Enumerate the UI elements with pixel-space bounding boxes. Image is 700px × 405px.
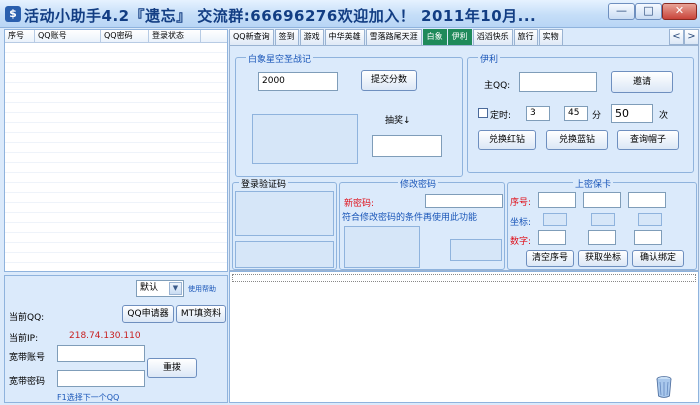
recycle-bin-icon[interactable] [655,375,673,399]
minimize-button[interactable]: — [608,3,635,20]
column-header-filler [201,30,227,42]
new-password-input[interactable] [425,194,503,208]
tab-travel[interactable]: 旅行 [513,29,538,45]
captcha-image-box [235,191,334,236]
password-condition-text: 符合修改密码的条件再使用此功能 [342,213,478,223]
minute-input[interactable]: 45 [564,106,588,121]
broadband-account-input[interactable] [57,345,145,362]
window-title: 活动小助手4.2『遗忘』 交流群:66696276欢迎加入！ 2011年10月.… [24,7,537,25]
tab-baixiang[interactable]: 白象 [422,29,447,45]
help-link[interactable]: 使用帮助 [188,284,216,294]
login-captcha-group: 登录验证码 [232,177,337,270]
digit-input-1[interactable] [538,230,566,245]
new-password-label: 新密码: [344,199,375,209]
password-captcha-box [344,226,420,268]
chevron-down-icon[interactable]: ▼ [169,282,182,295]
scroll-right-icon[interactable]: > [684,29,699,45]
get-coord-button[interactable]: 获取坐标 [578,250,628,267]
minute-label: 分 [592,111,602,121]
tab-sign-in[interactable]: 签到 [274,29,299,45]
tab-snow[interactable]: 雪落路尾天涯 [365,29,422,45]
tab-strip: QQ新查询 签到 游戏 中华英雄 雪落路尾天涯 白象 伊利 滔滔快乐 旅行 实物 [229,29,699,45]
log-area[interactable] [229,271,699,403]
invite-button[interactable]: 邀请 [611,71,673,93]
title-bar[interactable]: $ 活动小助手4.2『遗忘』 交流群:66696276欢迎加入！ 2011年10… [0,0,700,28]
security-card-title: 上密保卡 [573,177,614,190]
query-hat-button[interactable]: 查询帽子 [617,130,679,150]
main-qq-label: 主QQ: [484,81,511,91]
qq-apply-button[interactable]: QQ申请器 [122,305,174,323]
yili-group-title: 伊利 [478,52,501,65]
timer-label: 定时: [490,111,512,121]
column-header-seq[interactable]: 序号 [5,30,35,42]
timer-input[interactable]: 3 [526,106,550,121]
tab-chinese-hero[interactable]: 中华英雄 [324,29,365,45]
tab-happy[interactable]: 滔滔快乐 [472,29,513,45]
column-header-qq[interactable]: QQ账号 [35,30,101,42]
count-label: 次 [659,111,669,121]
coord-box-2 [591,213,615,226]
login-captcha-title: 登录验证码 [239,177,289,190]
tab-content: 白象星空圣战记 2000 提交分数 抽奖↓ 伊利 主QQ: 邀请 定时: 3 4… [229,45,699,271]
current-ip-value: 218.74.130.110 [69,331,141,341]
seq-label: 序号: [510,198,532,208]
broadband-password-label: 宽带密码 [9,377,46,387]
digit-label: 数字: [510,237,532,247]
scroll-left-icon[interactable]: < [669,29,684,45]
coord-label: 坐标: [510,218,532,228]
yili-group: 伊利 主QQ: 邀请 定时: 3 45 分 50 次 兑换红钻 兑换蓝钻 查询帽… [467,52,694,173]
timer-checkbox[interactable] [478,108,488,118]
mode-select-value: 默认 [140,283,159,293]
digit-input-3[interactable] [634,230,662,245]
tab-scroll-buttons: < > [669,29,699,45]
log-focus-line [232,274,696,282]
main-qq-input[interactable] [519,72,597,92]
account-list-body[interactable] [5,43,227,271]
account-list-header: 序号 QQ账号 QQ密码 登录状态 [5,30,227,43]
app-icon: $ [5,6,21,22]
mode-select[interactable]: 默认 ▼ [136,280,184,297]
lottery-image-box [252,114,358,164]
change-password-title: 修改密码 [398,177,439,190]
current-ip-label: 当前IP: [9,334,39,344]
clear-seq-button[interactable]: 清空序号 [526,250,574,267]
change-password-group: 修改密码 新密码: 符合修改密码的条件再使用此功能 [339,177,505,270]
tab-goods[interactable]: 实物 [538,29,563,45]
count-input[interactable]: 50 [611,104,653,123]
submit-score-button[interactable]: 提交分数 [361,70,417,91]
broadband-password-input[interactable] [57,370,145,387]
close-button[interactable]: ✕ [662,3,697,20]
account-control-panel: 默认 ▼ 使用帮助 当前QQ: QQ申请器 MT填资料 当前IP: 218.74… [4,275,228,403]
account-list[interactable]: 序号 QQ账号 QQ密码 登录状态 [4,29,228,272]
redial-button[interactable]: 重拨 [147,358,197,378]
captcha-input-box[interactable] [235,241,334,268]
redeem-blue-diamond-button[interactable]: 兑换蓝钻 [546,130,608,150]
seq-input-3[interactable] [628,192,666,208]
seq-input-2[interactable] [583,192,621,208]
digit-input-2[interactable] [588,230,616,245]
security-card-group: 上密保卡 序号: 坐标: 数字: 清空序号 获取坐标 确认绑定 [507,177,697,270]
coord-box-3 [638,213,662,226]
baixiang-group: 白象星空圣战记 2000 提交分数 抽奖↓ [235,52,463,177]
password-code-input[interactable] [450,239,502,261]
maximize-button[interactable]: □ [635,3,662,20]
coord-box-1 [543,213,567,226]
column-header-status[interactable]: 登录状态 [149,30,201,42]
column-header-password[interactable]: QQ密码 [101,30,149,42]
broadband-account-label: 宽带账号 [9,353,46,363]
fill-info-button[interactable]: MT填资料 [176,305,226,323]
seq-input-1[interactable] [538,192,576,208]
confirm-bind-button[interactable]: 确认绑定 [632,250,684,267]
redeem-red-diamond-button[interactable]: 兑换红钻 [478,130,536,150]
baixiang-group-title: 白象星空圣战记 [246,52,314,65]
tab-yili[interactable]: 伊利 [447,29,472,45]
tab-games[interactable]: 游戏 [299,29,324,45]
lottery-input[interactable] [372,135,442,157]
next-qq-hint: F1选择下一个QQ [57,393,120,402]
score-input[interactable]: 2000 [258,72,338,91]
lottery-label: 抽奖↓ [385,116,411,126]
current-qq-label: 当前QQ: [9,313,45,323]
tab-qq-query[interactable]: QQ新查询 [229,29,274,45]
